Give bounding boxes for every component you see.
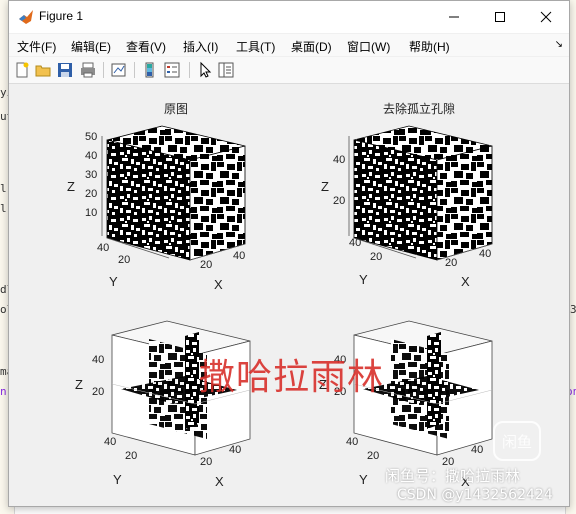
menu-help[interactable]: 帮助(H) bbox=[409, 38, 450, 55]
z-tick: 40 bbox=[333, 154, 346, 166]
x-tick: 40 bbox=[233, 250, 246, 262]
z-tick: 10 bbox=[85, 207, 98, 219]
toolbar-separator bbox=[134, 62, 135, 78]
y-tick: 40 bbox=[104, 436, 117, 448]
z-tick: 20 bbox=[85, 188, 98, 200]
maximize-button[interactable] bbox=[477, 1, 523, 33]
y-axis-label: Y bbox=[359, 472, 368, 487]
new-figure-icon[interactable] bbox=[13, 61, 31, 79]
watermark-xianyu: 闲鱼号：撒哈拉雨林 bbox=[385, 467, 521, 485]
matlab-logo-icon bbox=[19, 10, 33, 24]
menu-window[interactable]: 窗口(W) bbox=[347, 38, 390, 55]
menu-tools[interactable]: 工具(T) bbox=[236, 38, 275, 55]
y-axis-label: Y bbox=[359, 272, 368, 287]
x-tick: 40 bbox=[479, 248, 492, 260]
insert-colorbar-icon[interactable] bbox=[141, 61, 159, 79]
y-tick: 20 bbox=[118, 254, 131, 266]
x-axis-label: X bbox=[461, 274, 470, 289]
x-axis-label: X bbox=[215, 474, 224, 489]
window-title: Figure 1 bbox=[39, 9, 84, 23]
menu-insert[interactable]: 插入(I) bbox=[183, 38, 218, 55]
x-tick: 40 bbox=[471, 444, 484, 456]
plot-drawing bbox=[101, 125, 493, 456]
editor-fragment: 3 bbox=[570, 303, 576, 316]
toolbar-separator bbox=[103, 62, 104, 78]
y-tick: 20 bbox=[125, 450, 138, 462]
cube-original bbox=[101, 125, 246, 261]
z-tick: 50 bbox=[85, 131, 98, 143]
z-axis-label: Z bbox=[321, 179, 329, 194]
x-tick: 20 bbox=[200, 456, 213, 468]
menu-view[interactable]: 查看(V) bbox=[126, 38, 166, 55]
z-tick: 20 bbox=[333, 195, 346, 207]
minimize-icon bbox=[449, 16, 459, 18]
watermark-csdn: CSDN @y1432562424 bbox=[397, 487, 553, 503]
z-axis-label: Z bbox=[75, 377, 83, 392]
watermark-text: 撒哈拉雨林 bbox=[199, 357, 385, 398]
x-tick: 20 bbox=[445, 257, 458, 269]
figure-canvas: 原图 去除孤立孔隙 50 40 30 20 10 Z 40 20 Y 20 40… bbox=[9, 84, 569, 506]
z-axis-label: Z bbox=[67, 179, 75, 194]
menu-edit[interactable]: 编辑(E) bbox=[71, 38, 111, 55]
menu-bar: 文件(F) 编辑(E) 查看(V) 插入(I) 工具(T) 桌面(D) 窗口(W… bbox=[9, 34, 569, 56]
y-axis-label: Y bbox=[113, 472, 122, 487]
menu-file[interactable]: 文件(F) bbox=[17, 38, 56, 55]
insert-legend-icon[interactable] bbox=[163, 61, 181, 79]
xianyu-logo-icon: 闲鱼 bbox=[493, 421, 541, 461]
menu-desktop[interactable]: 桌面(D) bbox=[291, 38, 332, 55]
y-tick: 20 bbox=[370, 251, 383, 263]
z-tick: 40 bbox=[85, 150, 98, 162]
x-tick: 20 bbox=[200, 259, 213, 271]
z-tick: 20 bbox=[92, 386, 105, 398]
editor-line: l bbox=[0, 202, 7, 215]
plot-title-original: 原图 bbox=[164, 102, 189, 116]
x-tick: 40 bbox=[229, 444, 242, 456]
minimize-button[interactable] bbox=[431, 1, 477, 33]
editor-line: n bbox=[0, 385, 7, 398]
toolbar-separator bbox=[189, 62, 190, 78]
print-icon[interactable] bbox=[79, 61, 97, 79]
pointer-icon[interactable] bbox=[196, 61, 214, 79]
title-bar[interactable]: Figure 1 bbox=[9, 1, 569, 33]
property-editor-icon[interactable] bbox=[217, 61, 235, 79]
y-axis-label: Y bbox=[109, 274, 118, 289]
x-axis-label: X bbox=[214, 277, 223, 292]
y-tick: 20 bbox=[367, 450, 380, 462]
plot-title-removed: 去除孤立孔隙 bbox=[383, 102, 456, 116]
dock-arrow-icon[interactable]: ↘ bbox=[555, 39, 563, 50]
z-tick: 30 bbox=[85, 169, 98, 181]
close-icon bbox=[540, 11, 552, 23]
y-tick: 40 bbox=[349, 237, 362, 249]
cube-isolated-pores-removed bbox=[348, 125, 493, 261]
open-file-icon[interactable] bbox=[34, 61, 52, 79]
save-icon[interactable] bbox=[56, 61, 74, 79]
z-tick: 40 bbox=[92, 354, 105, 366]
logo-text: 闲鱼 bbox=[501, 433, 532, 451]
close-button[interactable] bbox=[523, 1, 569, 33]
maximize-icon bbox=[495, 12, 505, 22]
y-tick: 40 bbox=[97, 242, 110, 254]
figure-window: Figure 1 文件(F) 编辑(E) 查看(V) 插入(I) 工具(T) 桌… bbox=[8, 0, 570, 507]
toolbar bbox=[9, 57, 569, 84]
y-tick: 40 bbox=[346, 436, 359, 448]
link-plot-icon[interactable] bbox=[110, 61, 128, 79]
